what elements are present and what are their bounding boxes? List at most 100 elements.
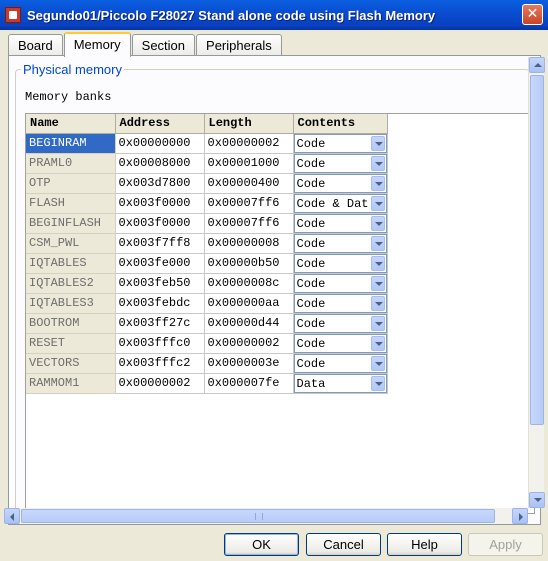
cell-name[interactable]: BEGINFLASH <box>26 213 116 234</box>
cell-address[interactable]: 0x003fe000 <box>115 253 205 274</box>
contents-dropdown[interactable]: Code <box>293 353 386 372</box>
tab-section[interactable]: Section <box>131 34 196 56</box>
scroll-right-arrow-icon[interactable] <box>512 508 528 524</box>
tab-peripherals[interactable]: Peripherals <box>196 34 282 56</box>
cell-name[interactable]: RESET <box>26 333 116 354</box>
contents-dropdown[interactable]: Code <box>293 153 386 172</box>
cell-length[interactable]: 0x00000002 <box>204 333 294 354</box>
table-row[interactable]: OTP 0x003d7800 0x00000400 Code <box>26 173 388 194</box>
vertical-scrollbar[interactable] <box>528 57 545 508</box>
column-header-name[interactable]: Name <box>26 114 116 134</box>
chevron-down-icon[interactable] <box>370 315 385 331</box>
cell-name[interactable]: BEGINRAM <box>26 133 116 154</box>
contents-dropdown[interactable]: Code <box>293 313 386 332</box>
cell-address[interactable]: 0x003febdc <box>115 293 205 314</box>
cell-address[interactable]: 0x00008000 <box>115 153 205 174</box>
cell-length[interactable]: 0x0000008c <box>204 273 294 294</box>
cell-name[interactable]: RAMMOM1 <box>26 373 116 394</box>
cell-length[interactable]: 0x000000aa <box>204 293 294 314</box>
cell-name[interactable]: OTP <box>26 173 116 194</box>
table-row[interactable]: PRAML0 0x00008000 0x00001000 Code <box>26 153 388 174</box>
cell-length[interactable]: 0x00000008 <box>204 233 294 254</box>
cell-length[interactable]: 0x0000003e <box>204 353 294 374</box>
cell-name[interactable]: PRAML0 <box>26 153 116 174</box>
chevron-down-icon[interactable] <box>370 135 385 151</box>
chevron-down-icon[interactable] <box>370 375 385 391</box>
help-button[interactable]: Help <box>387 533 462 556</box>
scroll-down-arrow-icon[interactable] <box>529 492 545 508</box>
chevron-down-icon[interactable] <box>370 255 385 271</box>
cell-address[interactable]: 0x003f0000 <box>115 193 205 214</box>
contents-dropdown[interactable]: Code <box>293 133 386 152</box>
cell-address[interactable]: 0x003fffc0 <box>115 333 205 354</box>
cell-address[interactable]: 0x003f0000 <box>115 213 205 234</box>
cell-length[interactable]: 0x00007ff6 <box>204 193 294 214</box>
cell-name[interactable]: IQTABLES3 <box>26 293 116 314</box>
table-row[interactable]: FLASH 0x003f0000 0x00007ff6 Code & Dat <box>26 193 388 214</box>
tab-memory[interactable]: Memory <box>63 32 131 57</box>
cell-address[interactable]: 0x003f7ff8 <box>115 233 205 254</box>
contents-dropdown[interactable]: Code <box>293 273 386 292</box>
contents-dropdown[interactable]: Code <box>293 333 386 352</box>
contents-dropdown[interactable]: Code & Dat <box>293 193 386 212</box>
vertical-scroll-thumb[interactable] <box>530 75 544 425</box>
cell-length[interactable]: 0x00000400 <box>204 173 294 194</box>
chevron-down-icon[interactable] <box>370 235 385 251</box>
tab-board[interactable]: Board <box>8 34 63 56</box>
table-row[interactable]: RESET 0x003fffc0 0x00000002 Code <box>26 333 388 354</box>
scroll-left-arrow-icon[interactable] <box>4 508 20 524</box>
chevron-down-icon[interactable] <box>370 215 385 231</box>
cell-name[interactable]: VECTORS <box>26 353 116 374</box>
cell-name[interactable]: FLASH <box>26 193 116 214</box>
cell-name[interactable]: IQTABLES2 <box>26 273 116 294</box>
cell-length[interactable]: 0x00000d44 <box>204 313 294 334</box>
table-row[interactable]: IQTABLES2 0x003feb50 0x0000008c Code <box>26 273 388 294</box>
table-row[interactable]: BEGINRAM 0x00000000 0x00000002 Code <box>26 133 388 154</box>
title-bar[interactable]: Segundo01/Piccolo F28027 Stand alone cod… <box>0 0 548 30</box>
cancel-button[interactable]: Cancel <box>306 533 381 556</box>
table-row[interactable]: BOOTROM 0x003ff27c 0x00000d44 Code <box>26 313 388 334</box>
close-button[interactable]: ✕ <box>522 4 543 25</box>
horizontal-scroll-thumb[interactable] <box>21 509 495 523</box>
column-header-address[interactable]: Address <box>115 114 205 134</box>
cell-address[interactable]: 0x00000002 <box>115 373 205 394</box>
chevron-down-icon[interactable] <box>370 355 385 371</box>
chevron-down-icon[interactable] <box>370 155 385 171</box>
cell-address[interactable]: 0x00000000 <box>115 133 205 154</box>
contents-dropdown[interactable]: Code <box>293 173 386 192</box>
cell-address[interactable]: 0x003fffc2 <box>115 353 205 374</box>
cell-length[interactable]: 0x00000002 <box>204 133 294 154</box>
column-header-contents[interactable]: Contents <box>293 114 388 134</box>
apply-button[interactable]: Apply <box>468 533 543 556</box>
cell-length[interactable]: 0x00007ff6 <box>204 213 294 234</box>
cell-name[interactable]: BOOTROM <box>26 313 116 334</box>
table-row[interactable]: CSM_PWL 0x003f7ff8 0x00000008 Code <box>26 233 388 254</box>
contents-dropdown[interactable]: Code <box>293 233 386 252</box>
cell-address[interactable]: 0x003feb50 <box>115 273 205 294</box>
chevron-down-icon[interactable] <box>370 175 385 191</box>
cell-address[interactable]: 0x003ff27c <box>115 313 205 334</box>
cell-name[interactable]: CSM_PWL <box>26 233 116 254</box>
contents-dropdown[interactable]: Code <box>293 213 386 232</box>
table-row[interactable]: VECTORS 0x003fffc2 0x0000003e Code <box>26 353 388 374</box>
table-row[interactable]: RAMMOM1 0x00000002 0x000007fe Data <box>26 373 388 394</box>
cell-length[interactable]: 0x00001000 <box>204 153 294 174</box>
chevron-down-icon[interactable] <box>370 335 385 351</box>
column-header-length[interactable]: Length <box>204 114 294 134</box>
cell-name[interactable]: IQTABLES <box>26 253 116 274</box>
chevron-down-icon[interactable] <box>370 295 385 311</box>
contents-dropdown[interactable]: Data <box>293 373 386 392</box>
table-row[interactable]: IQTABLES3 0x003febdc 0x000000aa Code <box>26 293 388 314</box>
cell-address[interactable]: 0x003d7800 <box>115 173 205 194</box>
table-row[interactable]: IQTABLES 0x003fe000 0x00000b50 Code <box>26 253 388 274</box>
horizontal-scrollbar[interactable] <box>4 508 528 524</box>
table-row[interactable]: BEGINFLASH 0x003f0000 0x00007ff6 Code <box>26 213 388 234</box>
contents-dropdown[interactable]: Code <box>293 253 386 272</box>
chevron-down-icon[interactable] <box>370 275 385 291</box>
ok-button[interactable]: OK <box>224 533 299 556</box>
cell-length[interactable]: 0x00000b50 <box>204 253 294 274</box>
contents-dropdown[interactable]: Code <box>293 293 386 312</box>
chevron-down-icon[interactable] <box>370 195 385 211</box>
cell-length[interactable]: 0x000007fe <box>204 373 294 394</box>
scroll-up-arrow-icon[interactable] <box>529 57 545 73</box>
